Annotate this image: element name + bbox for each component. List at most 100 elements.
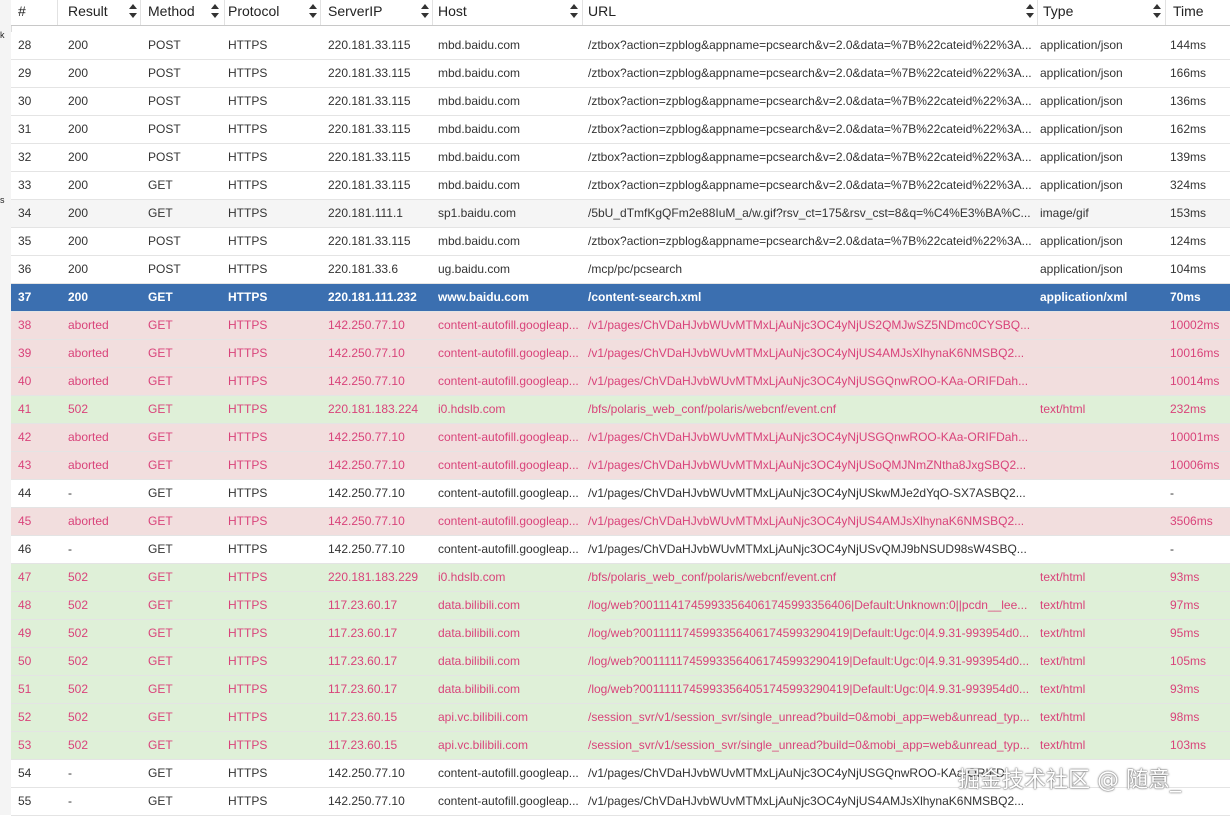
- cell-num: 50: [18, 654, 32, 668]
- cell-time: 232ms: [1170, 402, 1207, 416]
- table-row[interactable]: 49 502 GET HTTPS 117.23.60.17 data.bilibili.c…: [11, 620, 1230, 648]
- cell-num: 30: [18, 94, 32, 108]
- cell-type: text/html: [1040, 570, 1086, 584]
- table-row[interactable]: 35 200 POST HTTPS 220.181.33.115 mbd.baidu.co…: [11, 228, 1230, 256]
- cell-url: /5bU_dTmfKgQFm2e88IuM_a/w.gif?rsv_ct=175…: [588, 206, 1031, 220]
- table-row[interactable]: 50 502 GET HTTPS 117.23.60.17 data.bilibili.c…: [11, 648, 1230, 676]
- column-header-label: #: [18, 3, 26, 19]
- table-row[interactable]: 29 200 POST HTTPS 220.181.33.115 mbd.baidu.co…: [11, 60, 1230, 88]
- column-header-url[interactable]: URL: [583, 0, 1038, 25]
- table-row[interactable]: 32 200 POST HTTPS 220.181.33.115 mbd.baidu.co…: [11, 144, 1230, 172]
- cell-num: 48: [18, 598, 32, 612]
- table-row[interactable]: 37 200 GET HTTPS 220.181.111.232 www.baidu.co…: [11, 284, 1230, 312]
- column-header-label: Time: [1173, 3, 1204, 19]
- cell-protocol: HTTPS: [228, 766, 268, 780]
- cell-method: GET: [148, 710, 173, 724]
- cell-serverip: 220.181.111.1: [328, 206, 403, 220]
- column-header-host[interactable]: Host: [433, 0, 583, 25]
- table-row[interactable]: 48 502 GET HTTPS 117.23.60.17 data.bilibili.c…: [11, 592, 1230, 620]
- cell-method: POST: [148, 66, 181, 80]
- cell-time: 104ms: [1170, 262, 1207, 276]
- cell-url: /ztbox?action=zpblog&appname=pcsearch&v=…: [588, 234, 1032, 248]
- table-row[interactable]: 31 200 POST HTTPS 220.181.33.115 mbd.baidu.co…: [11, 116, 1230, 144]
- cell-serverip: 220.181.33.115: [328, 94, 411, 108]
- table-row[interactable]: 52 502 GET HTTPS 117.23.60.15 api.vc.bilibili…: [11, 704, 1230, 732]
- table-row[interactable]: 28 200 POST HTTPS 220.181.33.115 mbd.baidu.co…: [11, 32, 1230, 60]
- column-header-result[interactable]: Result: [58, 0, 141, 25]
- cell-host: i0.hdslb.com: [438, 402, 506, 416]
- cell-url: /ztbox?action=zpblog&appname=pcsearch&v=…: [588, 122, 1032, 136]
- cell-serverip: 117.23.60.17: [328, 626, 398, 640]
- cell-num: 47: [18, 570, 32, 584]
- cell-url: /log/web?0011111745993356406174599329041…: [588, 654, 1030, 668]
- column-header-num[interactable]: #: [11, 0, 58, 25]
- cell-type: application/json: [1040, 234, 1123, 248]
- sort-icon[interactable]: [1026, 4, 1035, 19]
- table-row[interactable]: 38 aborted GET HTTPS 142.250.77.10 content-au…: [11, 312, 1230, 340]
- table-row[interactable]: 34 200 GET HTTPS 220.181.111.1 sp1.baidu.com /…: [11, 200, 1230, 228]
- cell-host: content-autofill.googleap...: [438, 430, 579, 444]
- column-header-serverip[interactable]: ServerIP: [321, 0, 433, 25]
- table-row[interactable]: 53 502 GET HTTPS 117.23.60.15 api.vc.bilibili…: [11, 732, 1230, 760]
- cell-time: 93ms: [1170, 570, 1200, 584]
- column-header-method[interactable]: Method: [141, 0, 225, 25]
- table-row[interactable]: 33 200 GET HTTPS 220.181.33.115 mbd.baidu.com…: [11, 172, 1230, 200]
- cell-url: /session_svr/v1/session_svr/single_unrea…: [588, 738, 1030, 752]
- cell-host: content-autofill.googleap...: [438, 374, 579, 388]
- left-panel-mark: s: [0, 195, 5, 205]
- table-row[interactable]: 51 502 GET HTTPS 117.23.60.17 data.bilibili.c…: [11, 676, 1230, 704]
- cell-time: 162ms: [1170, 122, 1207, 136]
- table-row[interactable]: 39 aborted GET HTTPS 142.250.77.10 content-au…: [11, 340, 1230, 368]
- cell-url: /log/web?001114174599335640617459933564​…: [588, 598, 1028, 612]
- column-header-time[interactable]: Time: [1166, 0, 1230, 25]
- table-row[interactable]: 40 aborted GET HTTPS 142.250.77.10 content-au…: [11, 368, 1230, 396]
- sort-icon[interactable]: [129, 4, 138, 19]
- cell-method: GET: [148, 794, 173, 808]
- table-row[interactable]: 30 200 POST HTTPS 220.181.33.115 mbd.baidu.co…: [11, 88, 1230, 116]
- cell-protocol: HTTPS: [228, 738, 268, 752]
- cell-result: 502: [68, 738, 89, 752]
- sort-icon[interactable]: [211, 4, 220, 19]
- cell-num: 34: [18, 206, 32, 220]
- cell-num: 41: [18, 402, 32, 416]
- cell-host: content-autofill.googleap...: [438, 542, 579, 556]
- table-row[interactable]: 43 aborted GET HTTPS 142.250.77.10 content-au…: [11, 452, 1230, 480]
- column-header-protocol[interactable]: Protocol: [225, 0, 321, 25]
- column-header-label: URL: [588, 3, 617, 19]
- sort-icon[interactable]: [421, 4, 430, 19]
- sort-icon[interactable]: [309, 4, 318, 19]
- cell-url: /v1/pages/ChVDaHJvbWUvMTMxLjAuNjc3OC4yNj…: [588, 514, 1025, 528]
- cell-result: 502: [68, 682, 89, 696]
- cell-method: GET: [148, 290, 173, 304]
- table-row[interactable]: 45 aborted GET HTTPS 142.250.77.10 content-au…: [11, 508, 1230, 536]
- cell-serverip: 142.250.77.10: [328, 346, 405, 360]
- cell-serverip: 142.250.77.10: [328, 374, 405, 388]
- cell-time: 10001ms: [1170, 430, 1220, 444]
- cell-result: 200: [68, 290, 89, 304]
- session-table: # Result Method Protocol ServerIP Host U…: [11, 0, 1230, 816]
- cell-serverip: 220.181.33.6: [328, 262, 399, 276]
- cell-serverip: 220.181.33.115: [328, 234, 411, 248]
- column-header-type[interactable]: Type: [1038, 0, 1166, 25]
- cell-method: GET: [148, 206, 173, 220]
- cell-url: /ztbox?action=zpblog&appname=pcsearch&v=…: [588, 150, 1032, 164]
- cell-protocol: HTTPS: [228, 458, 268, 472]
- cell-type: text/html: [1040, 598, 1086, 612]
- cell-method: GET: [148, 766, 173, 780]
- cell-type: text/html: [1040, 654, 1086, 668]
- table-row[interactable]: 46 - GET HTTPS 142.250.77.10 content-autofill…: [11, 536, 1230, 564]
- cell-time: 153ms: [1170, 206, 1207, 220]
- column-header-label: Protocol: [228, 3, 280, 19]
- cell-result: 200: [68, 206, 89, 220]
- sort-icon[interactable]: [570, 4, 579, 19]
- table-row[interactable]: 41 502 GET HTTPS 220.181.183.224 i0.hdslb.com…: [11, 396, 1230, 424]
- table-row[interactable]: 44 - GET HTTPS 142.250.77.10 content-autofill…: [11, 480, 1230, 508]
- table-row[interactable]: 47 502 GET HTTPS 220.181.183.229 i0.hdslb.com…: [11, 564, 1230, 592]
- table-header: # Result Method Protocol ServerIP Host U…: [11, 0, 1230, 26]
- cell-method: POST: [148, 150, 181, 164]
- cell-host: content-autofill.googleap...: [438, 514, 579, 528]
- cell-type: application/json: [1040, 38, 1123, 52]
- table-row[interactable]: 36 200 POST HTTPS 220.181.33.6 ug.baidu.com/m…: [11, 256, 1230, 284]
- sort-icon[interactable]: [1153, 4, 1162, 19]
- table-row[interactable]: 42 aborted GET HTTPS 142.250.77.10 content-au…: [11, 424, 1230, 452]
